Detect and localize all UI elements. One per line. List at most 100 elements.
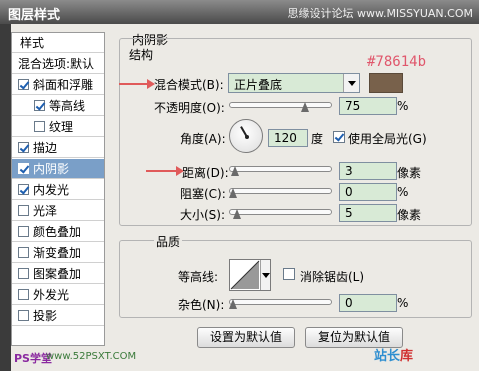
distance-unit: 像素	[397, 166, 422, 180]
noise-input[interactable]: 0	[339, 294, 397, 312]
annotation-arrow-distance	[146, 166, 184, 176]
style-item[interactable]: 外发光	[12, 285, 104, 305]
angle-unit: 度	[311, 132, 324, 146]
opacity-unit: %	[397, 99, 409, 113]
choke-unit: %	[397, 185, 409, 199]
style-item-label: 等高线	[49, 99, 86, 113]
style-item[interactable]: 光泽	[12, 201, 104, 221]
style-item-label: 光泽	[33, 204, 58, 218]
angle-dial-center	[245, 135, 249, 139]
left-strip	[0, 24, 11, 371]
distance-thumb[interactable]	[231, 166, 240, 176]
opacity-slider[interactable]	[229, 100, 332, 112]
size-label: 大小(S):	[180, 208, 226, 222]
style-list: 样式 混合选项:默认 斜面和浮雕等高线纹理描边内阴影内发光光泽颜色叠加渐变叠加图…	[11, 32, 105, 346]
opacity-label: 不透明度(O):	[154, 101, 225, 115]
opacity-track	[229, 102, 332, 108]
blend-options-item[interactable]: 混合选项:默认	[12, 54, 104, 74]
choke-input[interactable]: 0	[339, 183, 397, 201]
style-item-label: 纹理	[49, 120, 74, 134]
quality-label: 品质	[154, 233, 183, 250]
style-item-checkbox[interactable]	[18, 310, 29, 321]
shadow-color-swatch[interactable]	[369, 73, 403, 93]
blend-mode-value: 正片叠底	[234, 78, 283, 92]
style-item[interactable]: 渐变叠加	[12, 243, 104, 263]
window-title: 图层样式	[8, 8, 61, 23]
style-item[interactable]: 颜色叠加	[12, 222, 104, 242]
style-item-label: 渐变叠加	[33, 246, 82, 260]
style-item-checkbox[interactable]	[34, 100, 45, 111]
distance-slider[interactable]	[229, 164, 332, 176]
choke-thumb[interactable]	[229, 188, 238, 198]
style-item[interactable]: 描边	[12, 138, 104, 158]
angle-label: 角度(A):	[180, 132, 226, 146]
style-item-checkbox[interactable]	[18, 79, 29, 90]
contour-label: 等高线:	[178, 270, 219, 284]
style-item[interactable]: 投影	[12, 306, 104, 326]
blend-options-label: 混合选项:默认	[18, 57, 95, 71]
size-unit: 像素	[397, 208, 422, 222]
noise-track	[229, 299, 332, 305]
distance-track	[229, 166, 332, 172]
style-item-checkbox[interactable]	[18, 184, 29, 195]
choke-slider[interactable]	[229, 186, 332, 198]
angle-dial[interactable]	[229, 119, 263, 153]
noise-thumb[interactable]	[229, 299, 238, 309]
style-item-checkbox[interactable]	[18, 142, 29, 153]
style-item[interactable]: 内阴影	[12, 159, 104, 179]
size-thumb[interactable]	[233, 209, 242, 219]
logo-mark: 库	[400, 349, 414, 364]
angle-input[interactable]: 120	[268, 129, 308, 147]
annotation-arrow-blend	[119, 79, 155, 89]
style-item[interactable]: 斜面和浮雕	[12, 75, 104, 95]
blend-mode-label: 混合模式(B):	[154, 78, 224, 92]
styles-header[interactable]: 样式	[12, 33, 104, 53]
make-default-button[interactable]: 设置为默认值	[197, 327, 295, 348]
style-item-checkbox[interactable]	[18, 205, 29, 216]
style-item[interactable]: 纹理	[12, 117, 104, 137]
style-item-label: 外发光	[33, 288, 70, 302]
style-item-label: 描边	[33, 141, 58, 155]
styles-header-label: 样式	[20, 36, 45, 50]
distance-input[interactable]: 3	[339, 162, 397, 180]
structure-label: 结构	[127, 46, 156, 63]
style-item-label: 内阴影	[33, 162, 70, 176]
style-item-label: 图案叠加	[33, 267, 82, 281]
style-item[interactable]: 等高线	[12, 96, 104, 116]
logo-text: 站长	[374, 349, 401, 364]
chevron-down-icon[interactable]	[343, 74, 359, 92]
style-item-checkbox[interactable]	[18, 289, 29, 300]
size-slider[interactable]	[229, 207, 332, 219]
antialias-label: 消除锯齿(L)	[300, 270, 365, 284]
style-item-checkbox[interactable]	[34, 121, 45, 132]
style-item-label: 颜色叠加	[33, 225, 82, 239]
chevron-down-icon[interactable]	[260, 260, 270, 290]
blend-mode-select[interactable]: 正片叠底	[228, 73, 360, 93]
contour-preview-icon	[230, 260, 260, 290]
opacity-thumb[interactable]	[301, 102, 310, 112]
watermark-text: 思缘设计论坛 www.MISSYUAN.COM	[287, 7, 473, 20]
style-item-checkbox[interactable]	[18, 226, 29, 237]
color-note: #78614b	[367, 54, 427, 70]
site-watermark: www.52PSXT.COM	[46, 351, 137, 362]
style-item-label: 内发光	[33, 183, 70, 197]
style-item-label: 斜面和浮雕	[33, 78, 94, 92]
global-light-checkbox[interactable]	[333, 131, 345, 143]
global-light-label: 使用全局光(G)	[348, 132, 427, 146]
noise-slider[interactable]	[229, 297, 332, 309]
style-item-checkbox[interactable]	[18, 247, 29, 258]
style-item-checkbox[interactable]	[18, 163, 29, 174]
noise-unit: %	[397, 296, 409, 310]
choke-track	[229, 188, 332, 194]
opacity-input[interactable]: 75	[339, 97, 397, 115]
noise-label: 杂色(N):	[178, 298, 225, 312]
style-item[interactable]: 内发光	[12, 180, 104, 200]
style-item[interactable]: 图案叠加	[12, 264, 104, 284]
title-bar: 图层样式 思缘设计论坛 www.MISSYUAN.COM	[0, 0, 479, 24]
size-input[interactable]: 5	[339, 204, 397, 222]
antialias-checkbox[interactable]	[283, 268, 295, 280]
contour-picker[interactable]	[229, 259, 271, 291]
choke-label: 阻塞(C):	[180, 187, 226, 201]
site-logo: 站长库	[374, 345, 413, 364]
style-item-checkbox[interactable]	[18, 268, 29, 279]
